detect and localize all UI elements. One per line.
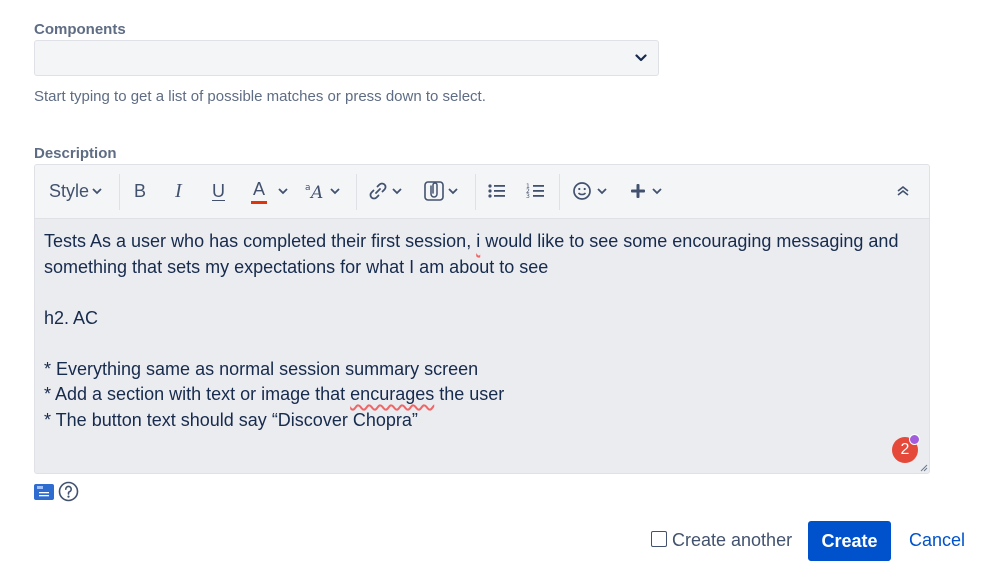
numbered-list-icon: 1 2 3 bbox=[526, 183, 544, 200]
underline-button[interactable]: U bbox=[212, 175, 225, 207]
double-chevron-up-icon bbox=[897, 185, 909, 196]
components-label: Components bbox=[34, 21, 126, 38]
description-textarea[interactable]: Tests As a user who has completed their … bbox=[44, 229, 924, 433]
underline-label: U bbox=[212, 180, 225, 201]
description-line: something that sets my expectations for … bbox=[44, 256, 549, 277]
emoji-dropdown[interactable] bbox=[572, 175, 608, 207]
line-1-part-c: would like to see some encouraging messa… bbox=[480, 231, 899, 251]
attachment-dropdown[interactable] bbox=[423, 175, 459, 207]
chevron-down-icon bbox=[392, 188, 402, 195]
editor-toolbar: Style B I U A a A 1 2 3 bbox=[35, 165, 929, 219]
text-color-label: A bbox=[252, 178, 265, 199]
bullet-list-button[interactable] bbox=[487, 175, 507, 207]
bold-button[interactable]: B bbox=[134, 175, 146, 207]
bullet-list-icon bbox=[488, 184, 505, 198]
create-button-label: Create bbox=[821, 530, 878, 551]
create-button[interactable]: Create bbox=[808, 521, 891, 561]
description-line: * Add a section with text or image that … bbox=[44, 382, 924, 408]
toolbar-divider bbox=[559, 174, 560, 210]
chevron-down-icon bbox=[652, 188, 662, 195]
text-color-button[interactable]: A bbox=[251, 175, 289, 207]
toolbar-divider bbox=[356, 174, 357, 210]
emoji-icon bbox=[573, 182, 591, 200]
more-formatting-dropdown[interactable]: a A bbox=[305, 175, 341, 207]
attachment-icon bbox=[424, 181, 444, 201]
svg-text:A: A bbox=[309, 183, 323, 201]
description-editor[interactable]: Style B I U A a A 1 2 3 Tests As a user … bbox=[34, 164, 930, 474]
editor-mode-icon[interactable] bbox=[34, 484, 54, 500]
text-color-icon: A bbox=[251, 179, 267, 204]
line-7-part-a: * Add a section with text or image that bbox=[44, 384, 351, 404]
components-select[interactable] bbox=[34, 40, 659, 76]
grammar-badge-count: 2 bbox=[900, 441, 910, 458]
create-another-label[interactable]: Create another bbox=[672, 530, 792, 551]
description-line bbox=[44, 280, 924, 306]
spellcheck-word: encurages bbox=[350, 384, 435, 404]
collapse-toolbar-button[interactable] bbox=[896, 175, 910, 207]
svg-text:a: a bbox=[305, 183, 311, 193]
link-dropdown[interactable] bbox=[367, 175, 403, 207]
text-color-swatch bbox=[251, 200, 267, 204]
chevron-down-icon bbox=[597, 188, 607, 195]
italic-label: I bbox=[175, 179, 182, 202]
link-icon bbox=[369, 182, 387, 200]
insert-more-dropdown[interactable] bbox=[629, 175, 663, 207]
help-icon[interactable] bbox=[58, 481, 79, 502]
cancel-button[interactable]: Cancel bbox=[909, 530, 965, 551]
chevron-down-icon bbox=[330, 188, 340, 195]
description-line: * The button text should say “Discover C… bbox=[44, 409, 418, 430]
chevron-down-icon bbox=[448, 188, 458, 195]
description-line: h2. AC bbox=[44, 307, 99, 328]
line-7-part-c: the user bbox=[434, 384, 505, 404]
text-styles-icon: a A bbox=[305, 183, 323, 201]
plus-icon bbox=[631, 184, 645, 198]
bold-label: B bbox=[134, 180, 147, 201]
toolbar-divider bbox=[475, 174, 476, 210]
description-line bbox=[44, 331, 924, 357]
description-line: * Everything same as normal session summ… bbox=[44, 358, 479, 379]
svg-text:3: 3 bbox=[526, 193, 530, 200]
line-1-part-a: Tests As a user who has completed their … bbox=[44, 231, 477, 251]
chevron-down-icon bbox=[92, 188, 102, 195]
grammar-badge[interactable]: 2 bbox=[892, 434, 920, 463]
description-line: Tests As a user who has completed their … bbox=[44, 229, 924, 255]
style-label: Style bbox=[49, 180, 90, 201]
badge-status-dot bbox=[909, 434, 920, 445]
numbered-list-button[interactable]: 1 2 3 bbox=[526, 175, 546, 207]
style-dropdown[interactable]: Style bbox=[49, 175, 103, 207]
italic-button[interactable]: I bbox=[175, 175, 182, 207]
resize-handle-icon[interactable] bbox=[918, 462, 928, 472]
toolbar-divider bbox=[119, 174, 120, 210]
create-another-checkbox[interactable] bbox=[651, 531, 667, 547]
description-label: Description bbox=[34, 145, 117, 162]
components-hint: Start typing to get a list of possible m… bbox=[34, 88, 486, 105]
chevron-down-icon bbox=[635, 54, 647, 62]
chevron-down-icon bbox=[278, 188, 288, 195]
